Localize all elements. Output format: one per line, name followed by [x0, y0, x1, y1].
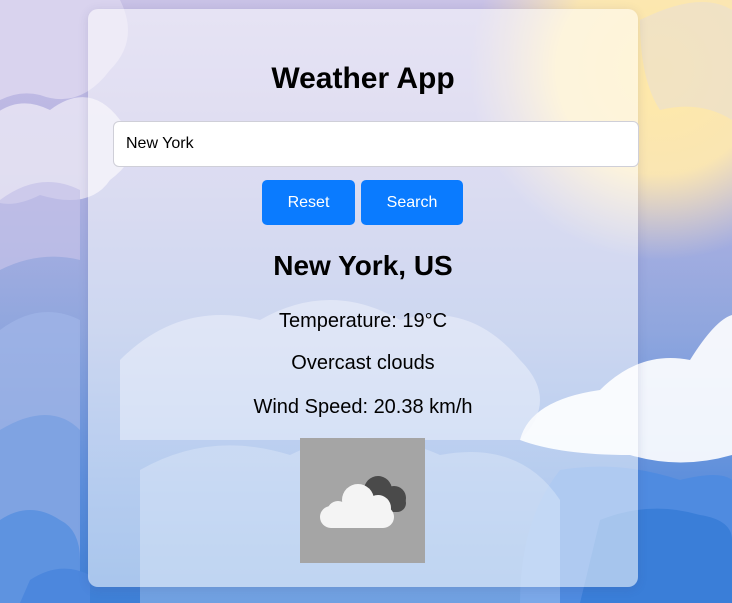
wind-speed-value: 20.38 km/h [373, 396, 473, 418]
cloud-icon [320, 476, 406, 528]
temperature-row: Temperature: 19°C [88, 309, 638, 333]
temperature-value: 19°C [402, 310, 448, 332]
reset-button[interactable]: Reset [262, 180, 355, 225]
wind-speed-label: Wind Speed: [253, 396, 368, 418]
temperature-label: Temperature: [278, 310, 397, 332]
weather-description: Overcast clouds [291, 352, 435, 374]
overcast-clouds-icon [300, 438, 425, 563]
wind-speed-row: Wind Speed: 20.38 km/h [88, 395, 638, 419]
search-button[interactable]: Search [361, 180, 463, 225]
city-search-input[interactable] [113, 121, 639, 167]
app-title: Weather App [271, 62, 455, 95]
location-heading: New York, US [273, 250, 453, 281]
weather-card: Weather App Reset Search New York, US Te… [88, 9, 639, 587]
